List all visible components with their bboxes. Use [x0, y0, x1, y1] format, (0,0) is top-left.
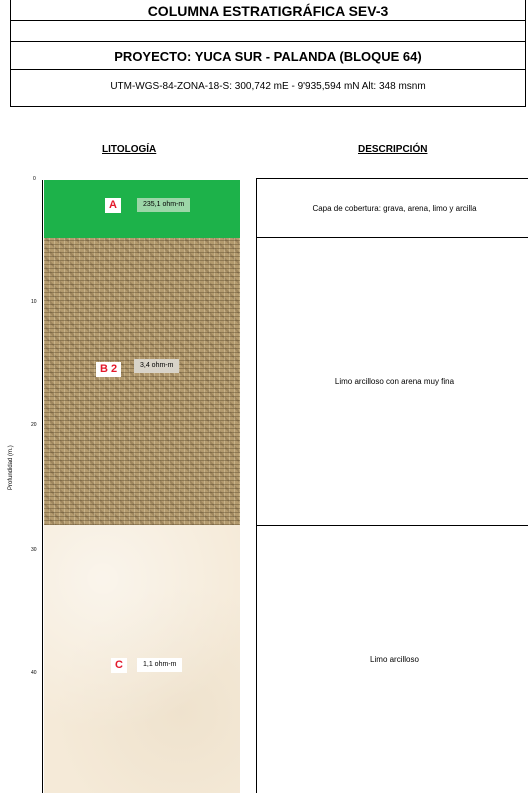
layer-c-id: C — [111, 658, 127, 673]
depth-axis-label: Profundidad (m.) — [8, 445, 14, 490]
tick-40: 40 — [31, 670, 37, 676]
project-title: PROYECTO: YUCA SUR - PALANDA (BLOQUE 64) — [114, 48, 422, 64]
description-b2: Limo arcilloso con arena muy fina — [256, 238, 528, 526]
tick-30: 30 — [31, 547, 37, 553]
tick-10: 10 — [31, 299, 37, 305]
layer-b2-resistivity: 3,4 ohm-m — [134, 359, 180, 373]
project-box: PROYECTO: YUCA SUR - PALANDA (BLOQUE 64) — [10, 20, 526, 70]
depth-axis — [42, 180, 43, 793]
coordinates-text: UTM-WGS-84-ZONA-18-S: 300,742 mE - 9'935… — [110, 81, 426, 92]
layer-b2-id: B 2 — [96, 362, 122, 377]
layer-c-resistivity: 1,1 ohm-m — [137, 658, 183, 672]
description-c: Limo arcilloso — [256, 526, 528, 793]
description-a: Capa de cobertura: grava, arena, limo y … — [256, 178, 528, 238]
coords-box: UTM-WGS-84-ZONA-18-S: 300,742 mE - 9'935… — [10, 70, 526, 107]
layer-c: C 1,1 ohm-m — [44, 525, 240, 793]
lithology-header: LITOLOGÍA — [102, 144, 157, 155]
tick-20: 20 — [31, 422, 37, 428]
layer-a-id: A — [105, 198, 121, 213]
tick-0: 0 — [33, 176, 36, 182]
layer-a: A 235,1 ohm-m — [44, 180, 240, 238]
page-title: COLUMNA ESTRATIGRÁFICA SEV-3 — [147, 3, 389, 19]
layer-b2: B 2 3,4 ohm-m — [44, 238, 240, 525]
description-header: DESCRIPCIÓN — [358, 144, 428, 155]
layer-a-resistivity: 235,1 ohm-m — [137, 198, 191, 212]
